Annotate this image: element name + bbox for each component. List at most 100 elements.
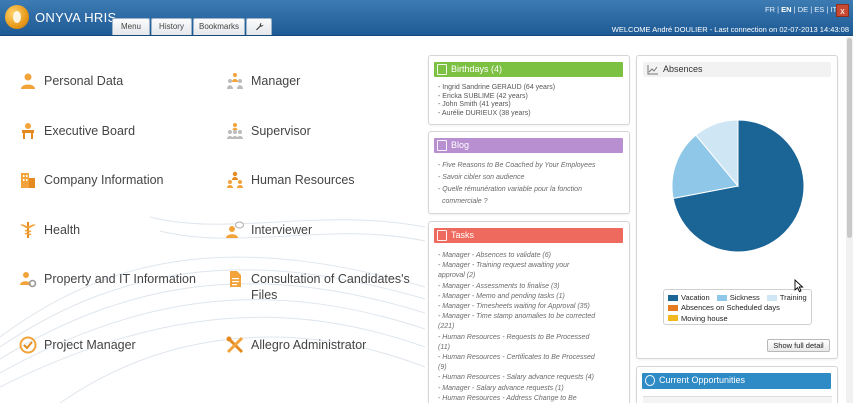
task-link[interactable]: - Manager - Timesheets waiting for Appro… — [438, 302, 595, 312]
menu-allegro-administrator[interactable]: Allegro Administrator — [226, 336, 367, 355]
task-link[interactable]: (11) — [438, 343, 595, 353]
opportunities-title: Current Opportunities — [659, 375, 746, 385]
close-button[interactable]: x — [836, 4, 849, 17]
lang-de[interactable]: DE — [798, 5, 808, 14]
absences-title: Absences — [663, 64, 703, 74]
welcome-message: WELCOME André DOULIER - Last connection … — [611, 25, 849, 34]
task-link[interactable]: - Manager - Salary advance requests (1) — [438, 384, 595, 394]
page-scrollbar[interactable] — [846, 37, 853, 403]
blog-post-link[interactable]: - Five Reasons to Be Coached by Your Emp… — [438, 160, 595, 172]
project-icon — [19, 336, 37, 354]
menu-label: Supervisor — [251, 124, 311, 138]
tools-icon — [226, 336, 244, 354]
task-link[interactable]: - Human Resources - Requests to Be Proce… — [438, 333, 595, 343]
menu-label: Project Manager — [44, 338, 136, 352]
person-speech-icon — [226, 221, 244, 238]
mouse-cursor-icon — [794, 279, 804, 293]
tab-tools[interactable] — [246, 18, 272, 35]
app-header: ONYVA HRIS Menu History Bookmarks FR | E… — [0, 0, 853, 36]
menu-label: Interviewer — [251, 223, 313, 237]
legend-swatch — [668, 305, 678, 311]
legend-label: Sickness — [729, 293, 760, 302]
chart-legend: Vacation Sickness Training Absences on S… — [663, 289, 812, 325]
desk-icon — [22, 123, 34, 139]
legend-label: Training — [779, 293, 807, 302]
menu-manager[interactable]: Manager — [226, 73, 300, 91]
tasks-icon — [437, 230, 447, 241]
absences-header: Absences — [643, 62, 831, 77]
list-item: - John Smith (41 years) — [438, 101, 511, 109]
menu-label: Consultation of Candidates's Files — [251, 272, 410, 302]
task-link[interactable]: - Manager - Training request awaiting yo… — [438, 261, 595, 271]
document-icon — [230, 271, 241, 287]
legend-swatch — [766, 294, 777, 301]
app-name: ONYVA HRIS — [35, 10, 117, 25]
menu-executive-board[interactable]: Executive Board — [19, 123, 135, 141]
tasks-header[interactable]: Tasks — [434, 228, 623, 243]
menu-personal-data[interactable]: Personal Data — [19, 73, 123, 91]
task-link[interactable]: - Human Resources - Certificates to Be P… — [438, 353, 595, 363]
menu-supervisor[interactable]: Supervisor — [226, 123, 311, 141]
building-icon — [21, 173, 35, 188]
opportunities-table-header — [643, 396, 832, 403]
blog-panel: Blog - Five Reasons to Be Coached by You… — [428, 131, 630, 214]
menu-label: Human Resources — [251, 173, 355, 187]
absences-pie-chart — [671, 119, 805, 253]
menu-label: Executive Board — [44, 124, 136, 138]
lang-es[interactable]: ES — [814, 5, 824, 14]
task-link[interactable]: - Human Resources - Salary advance reque… — [438, 373, 595, 383]
menu-label: Manager — [251, 74, 301, 88]
birthdays-title: Birthdays (4) — [451, 64, 503, 74]
legend-item: Absences on Scheduled days — [668, 303, 780, 313]
legend-swatch — [668, 294, 678, 301]
tasks-panel: Tasks - Manager - Absences to validate (… — [428, 221, 630, 403]
task-link[interactable]: - Manager - Time stamp anomalies to be c… — [438, 312, 595, 322]
legend-item: Training — [766, 293, 807, 303]
language-switcher: FR | EN | DE | ES | IT | — [765, 5, 841, 14]
task-link[interactable]: - Manager - Absences to validate (6) — [438, 251, 595, 261]
menu-interviewer[interactable]: Interviewer — [226, 221, 313, 240]
birthdays-header[interactable]: Birthdays (4) — [434, 62, 623, 77]
tab-menu[interactable]: Menu — [112, 18, 150, 35]
list-item: - Aurélie DURIEUX (38 years) — [438, 109, 531, 117]
lang-fr[interactable]: FR — [765, 5, 775, 14]
tab-history[interactable]: History — [151, 18, 192, 35]
legend-item: Sickness — [716, 293, 760, 303]
task-link[interactable]: - Manager - Assessments to finalise (3) — [438, 282, 595, 292]
people-group-icon — [227, 73, 243, 89]
blog-icon — [437, 140, 447, 151]
list-item: - Ericka SUBLIME (42 years) — [438, 92, 528, 100]
blog-list: - Five Reasons to Be Coached by Your Emp… — [438, 160, 595, 208]
calendar-icon — [437, 64, 447, 75]
task-link[interactable]: - Human Resources - Address Change to Be — [438, 394, 595, 403]
lang-en[interactable]: EN — [781, 5, 791, 14]
birthdays-list: - Ingrid Sandrine GERAUD (64 years) - Er… — [438, 84, 555, 118]
blog-post-link[interactable]: - Savoir cibler son audience — [438, 172, 595, 184]
menu-consultation-candidates[interactable]: Consultation of Candidates's Files — [226, 271, 411, 303]
person-icon — [21, 73, 35, 89]
blog-post-link[interactable]: commerciale ? — [438, 196, 595, 208]
task-link[interactable]: approval (2) — [438, 271, 595, 281]
absences-panel: Absences Vacation Sickness Training Abse… — [636, 55, 838, 359]
scrollbar-thumb[interactable] — [847, 38, 852, 238]
task-link[interactable]: - Manager - Memo and pending tasks (1) — [438, 292, 595, 302]
tab-bookmarks[interactable]: Bookmarks — [193, 18, 245, 35]
opportunities-header[interactable]: Current Opportunities — [642, 373, 831, 389]
menu-project-manager[interactable]: Project Manager — [19, 336, 136, 355]
show-full-detail-button[interactable]: Show full detail — [767, 339, 830, 352]
legend-label: Moving house — [681, 313, 728, 323]
blog-post-link[interactable]: - Quelle rémunération variable pour la f… — [438, 184, 595, 196]
menu-health[interactable]: Health — [19, 222, 80, 240]
birthdays-panel: Birthdays (4) - Ingrid Sandrine GERAUD (… — [428, 55, 630, 125]
menu-company-information[interactable]: Company Information — [19, 172, 164, 190]
blog-header[interactable]: Blog — [434, 138, 623, 153]
task-link[interactable]: (221) — [438, 322, 595, 332]
legend-label: Vacation — [681, 293, 710, 302]
menu-label: Property and IT Information — [44, 272, 196, 286]
menu-property-it[interactable]: Property and IT Information — [19, 271, 196, 289]
menu-label: Personal Data — [44, 74, 124, 88]
task-link[interactable]: (9) — [438, 363, 595, 373]
menu-label: Allegro Administrator — [251, 338, 367, 352]
menu-human-resources[interactable]: Human Resources — [226, 171, 355, 190]
menu-label: Health — [44, 223, 81, 237]
